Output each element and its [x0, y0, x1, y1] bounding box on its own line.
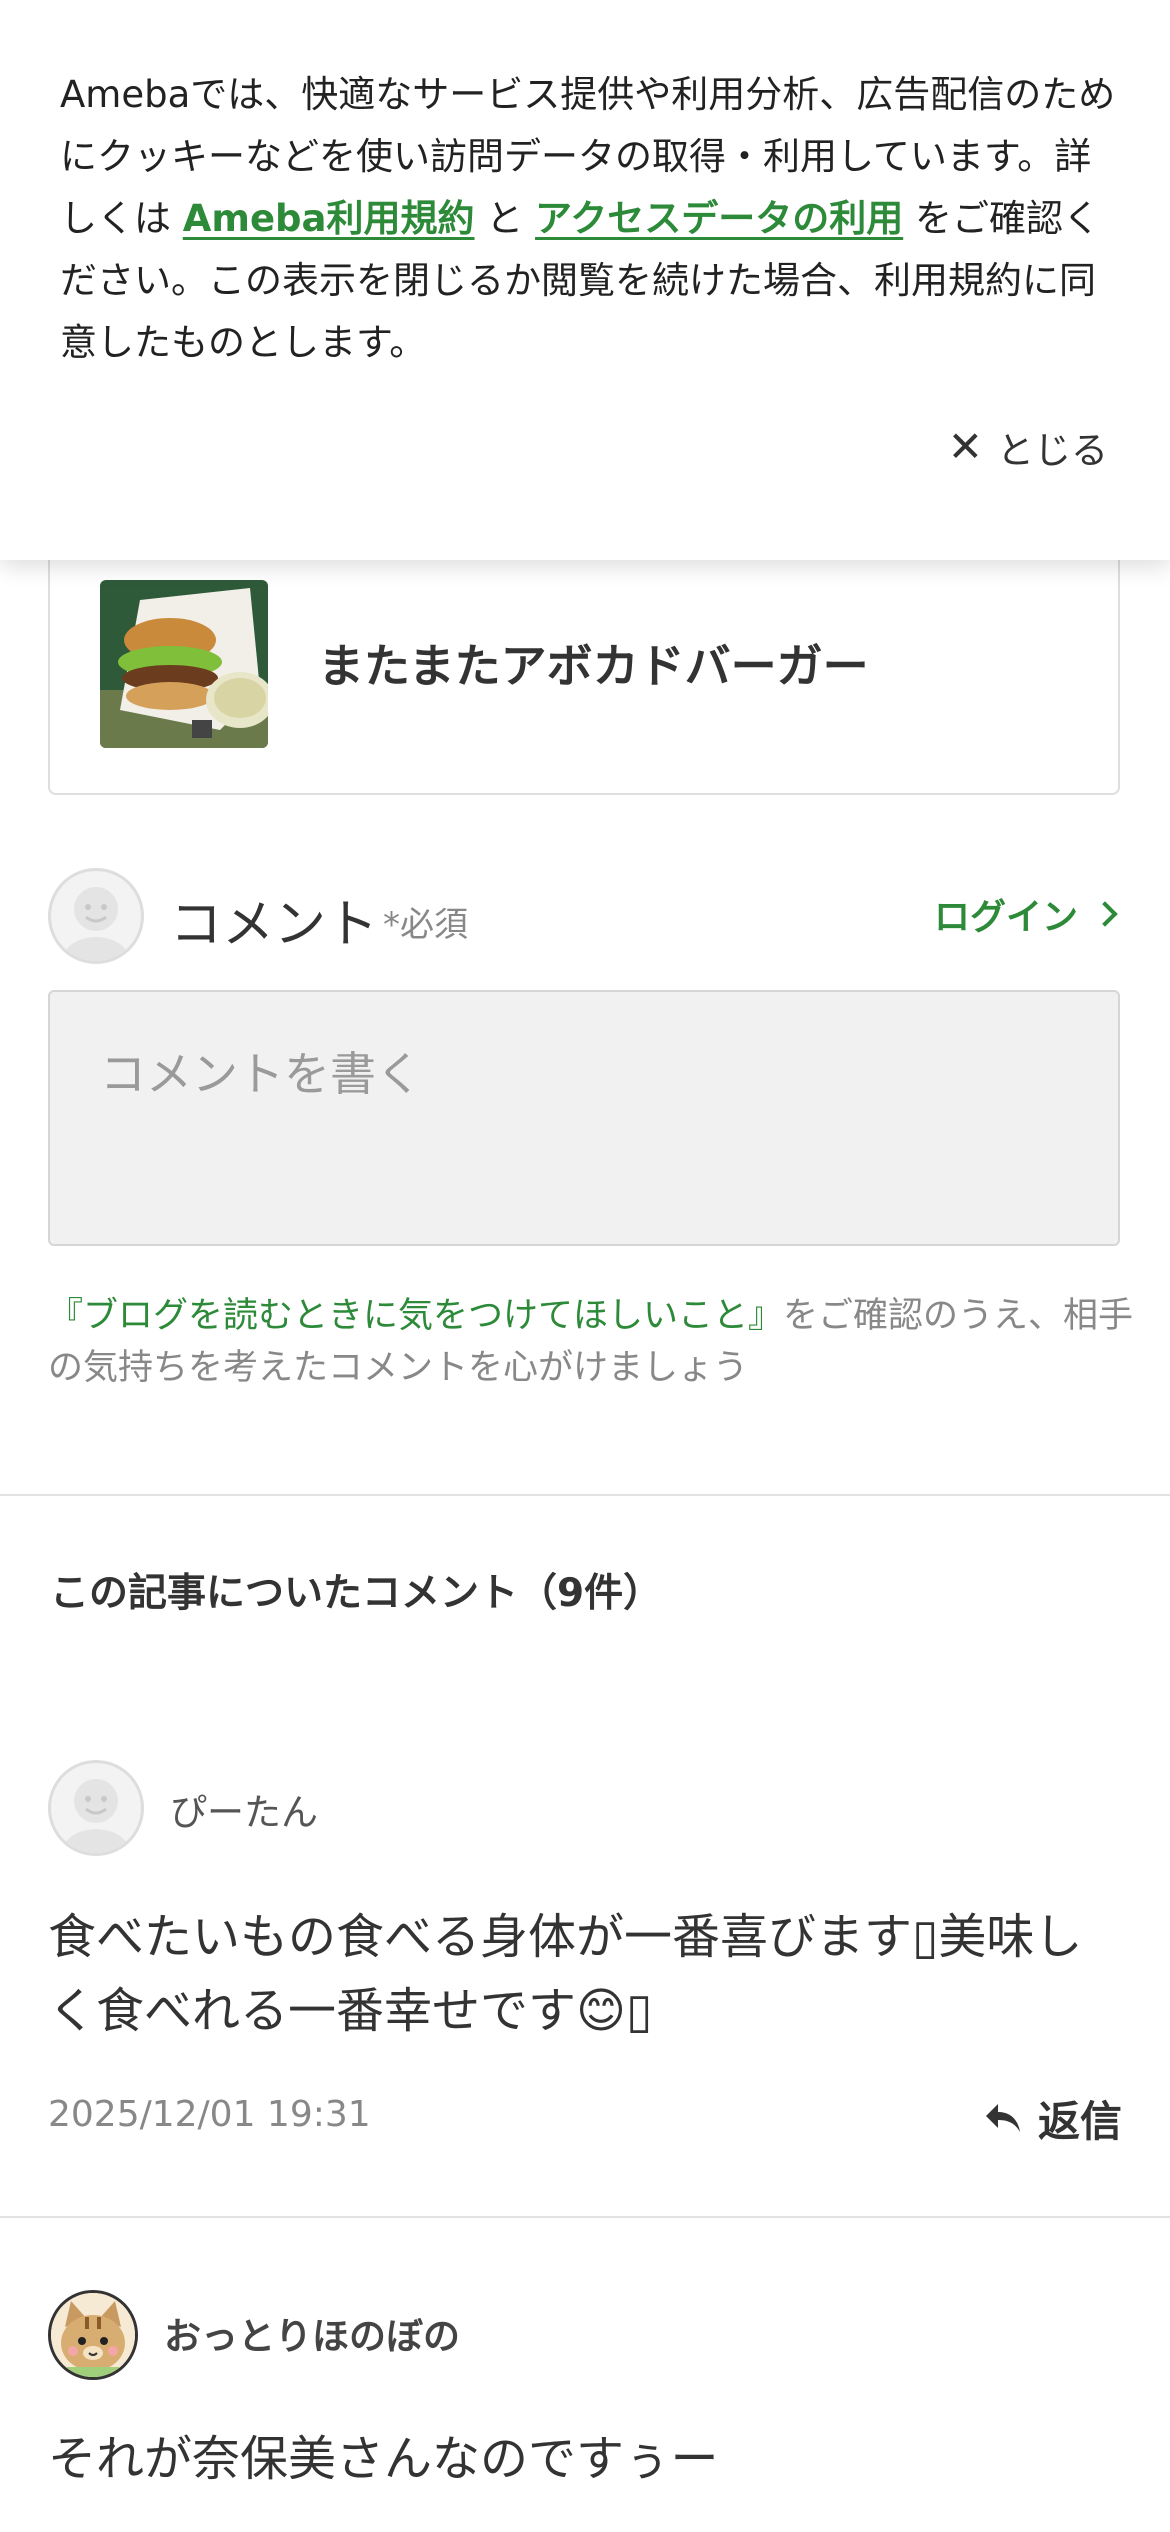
cookie-close-button[interactable]: ✕ とじる	[948, 420, 1108, 474]
cookie-text-part: と	[474, 197, 536, 240]
close-icon: ✕	[947, 422, 983, 471]
required-marker: *必須	[383, 905, 468, 945]
login-link[interactable]: ログイン	[933, 888, 1118, 940]
comment-input[interactable]	[48, 990, 1120, 1246]
close-label: とじる	[997, 429, 1108, 472]
comment-date: 2025/12/01 19:31	[48, 2094, 371, 2135]
chevron-right-icon	[1092, 901, 1118, 927]
comment-body: 食べたいもの食べる身体が一番喜びます▯美味しく食べれる一番幸せです😊▯	[48, 1909, 1083, 2039]
divider	[0, 2216, 1170, 2218]
article-thumbnail	[100, 580, 268, 748]
default-avatar-icon	[48, 1760, 144, 1856]
commenter-name[interactable]: ぴーたん	[170, 1782, 318, 1836]
divider	[0, 1494, 1170, 1496]
terms-link[interactable]: Ameba利用規約	[183, 197, 475, 240]
comments-section-title: この記事についたコメント（9件）	[50, 1571, 663, 1616]
access-data-link[interactable]: アクセスデータの利用	[535, 197, 903, 240]
default-avatar-icon	[48, 868, 144, 964]
comment-label: コメント	[170, 895, 379, 955]
article-title: またまたアボカドバーガー	[318, 639, 869, 693]
cat-avatar-icon	[48, 2290, 138, 2380]
cookie-notice-text: Amebaでは、快適なサービス提供や利用分析、広告配信のためにクッキーなどを使い…	[60, 64, 1120, 374]
reply-button[interactable]: 返信	[984, 2088, 1122, 2149]
comment-guideline: 『ブログを読むときに気をつけてほしいこと』をご確認のうえ、相手の気持ちを考えたコ…	[48, 1290, 1138, 1394]
cookie-consent-banner: Amebaでは、快適なサービス提供や利用分析、広告配信のためにクッキーなどを使い…	[0, 0, 1170, 560]
commenter-name[interactable]: おっとりほのぼの	[164, 2306, 460, 2360]
reply-arrow-icon	[985, 2103, 1020, 2132]
login-label: ログイン	[933, 897, 1078, 938]
guideline-link[interactable]: 『ブログを読むときに気をつけてほしいこと』	[48, 1296, 783, 1336]
reply-label: 返信	[1037, 2097, 1122, 2146]
comment-body: それが奈保美さんなのですぅー	[48, 2431, 719, 2487]
